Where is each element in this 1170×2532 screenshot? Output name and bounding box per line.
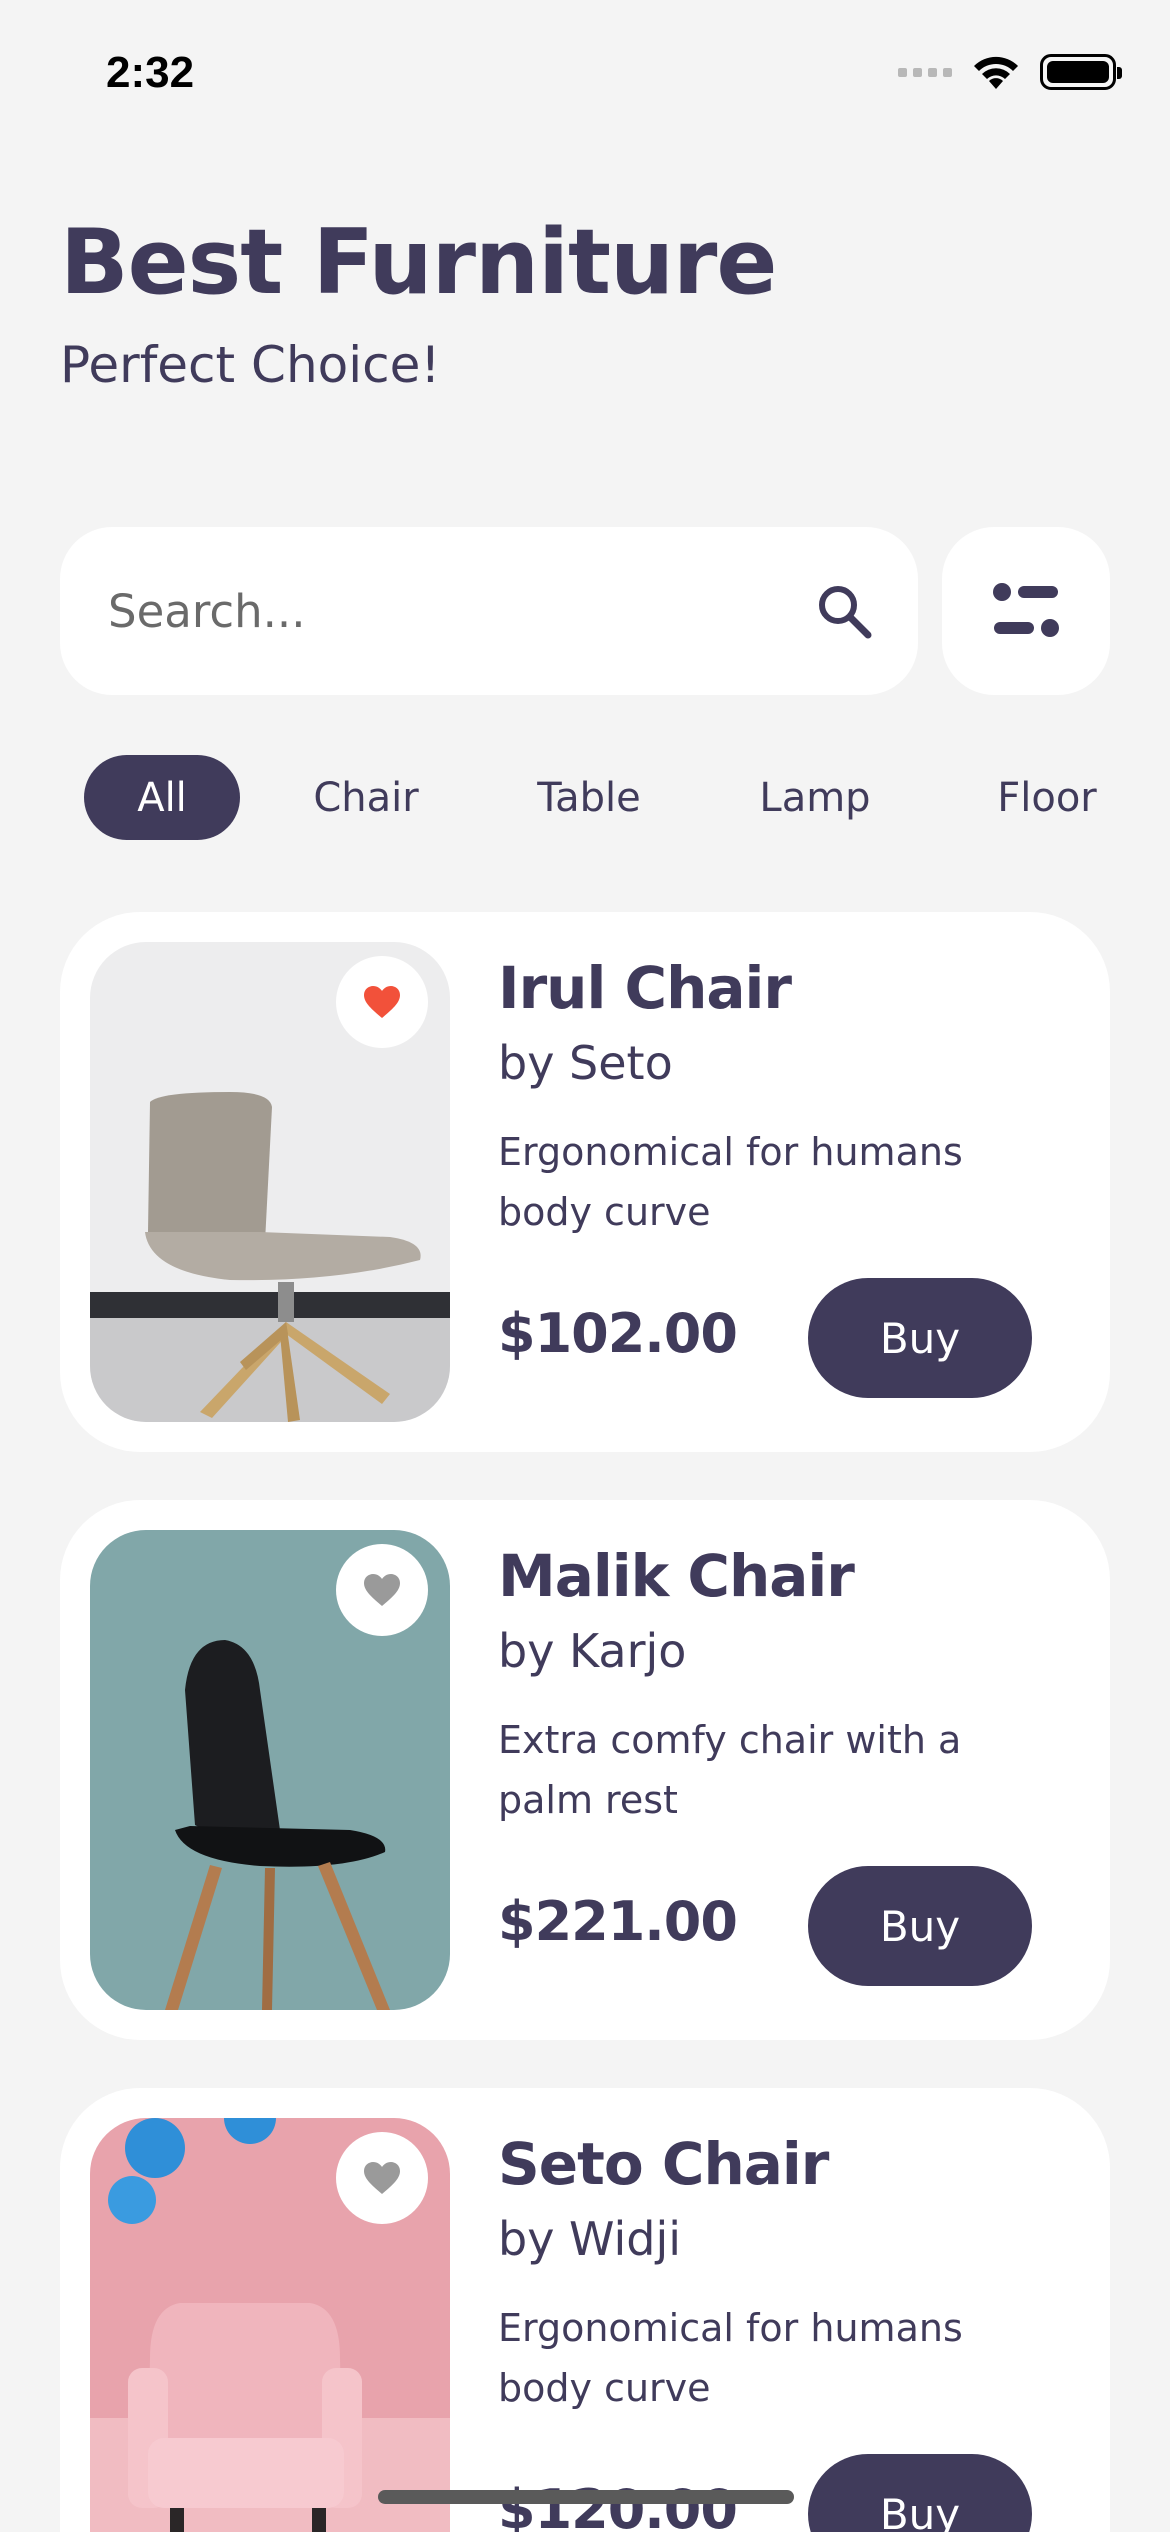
favorite-button[interactable]: [336, 956, 428, 1048]
product-price: $102.00: [498, 1302, 738, 1365]
product-author: by Widji: [498, 2212, 682, 2266]
heart-icon: [364, 2162, 400, 2194]
favorite-button[interactable]: [336, 1544, 428, 1636]
filter-icon: [993, 583, 1059, 637]
product-card[interactable]: Irul Chair by Seto Ergonomical for human…: [60, 912, 1110, 1452]
product-description: Ergonomical for humans body curve: [498, 2306, 963, 2410]
home-indicator: [378, 2490, 794, 2504]
product-card[interactable]: Seto Chair by Widji Ergonomical for huma…: [60, 2088, 1110, 2532]
category-lamp[interactable]: Lamp: [734, 755, 896, 840]
category-floor[interactable]: Floor: [962, 755, 1132, 840]
product-author: by Karjo: [498, 1624, 687, 1678]
page-subtitle: Perfect Choice!: [60, 336, 441, 394]
page-title: Best Furniture: [60, 210, 777, 315]
product-price: $120.00: [498, 2478, 738, 2532]
category-all[interactable]: All: [84, 755, 240, 840]
product-name: Seto Chair: [498, 2130, 829, 2198]
battery-icon: [1040, 54, 1122, 90]
product-name: Malik Chair: [498, 1542, 855, 1610]
category-table[interactable]: Table: [504, 755, 674, 840]
buy-button[interactable]: Buy: [808, 1278, 1032, 1398]
cellular-signal-icon: [898, 67, 952, 77]
search-icon[interactable]: [814, 581, 874, 641]
product-author: by Seto: [498, 1036, 673, 1090]
product-price: $221.00: [498, 1890, 738, 1953]
search-box[interactable]: [60, 527, 918, 695]
status-icons: [898, 52, 1122, 92]
product-name: Irul Chair: [498, 954, 792, 1022]
status-bar: 2:32: [0, 0, 1170, 140]
status-time: 2:32: [106, 48, 195, 97]
buy-button[interactable]: Buy: [808, 1866, 1032, 1986]
heart-icon: [364, 986, 400, 1018]
category-tabs: All Chair Table Lamp Floor: [84, 755, 1170, 840]
filter-button[interactable]: [942, 527, 1110, 695]
buy-button[interactable]: Buy: [808, 2454, 1032, 2532]
product-card[interactable]: Malik Chair by Karjo Extra comfy chair w…: [60, 1500, 1110, 2040]
heart-icon: [364, 1574, 400, 1606]
category-chair[interactable]: Chair: [284, 755, 448, 840]
favorite-button[interactable]: [336, 2132, 428, 2224]
product-description: Ergonomical for humans body curve: [498, 1130, 963, 1234]
product-description: Extra comfy chair with a palm rest: [498, 1718, 962, 1822]
search-input[interactable]: [108, 571, 808, 651]
wifi-icon: [974, 56, 1018, 89]
